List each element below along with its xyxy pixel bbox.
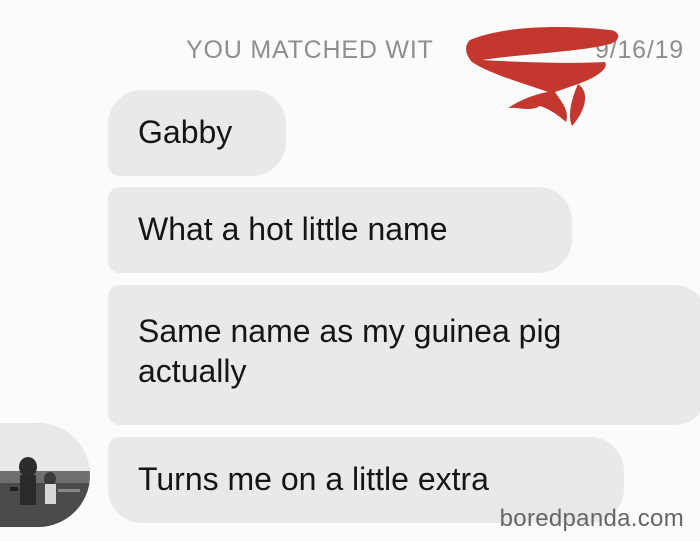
match-header: YOU MATCHED WIT: [186, 36, 434, 64]
avatar-photo-icon: [0, 423, 90, 527]
message-text-line-1: Same name as my guinea pig: [138, 313, 562, 349]
message-bubble-2: What a hot little name: [108, 187, 572, 273]
chat-screen: YOU MATCHED WIT 9/16/19 Gabby What a hot…: [0, 0, 700, 541]
message-text: What a hot little name: [138, 211, 448, 247]
avatar[interactable]: [0, 423, 90, 527]
message-text-line-2: actually: [138, 353, 247, 389]
message-text: Gabby: [138, 114, 233, 150]
message-bubble-3: Same name as my guinea pig actually: [108, 285, 700, 425]
message-bubble-1: Gabby: [108, 90, 286, 176]
message-text: Turns me on a little extra: [138, 461, 489, 497]
redaction-scribble-icon: [466, 27, 619, 126]
watermark: boredpanda.com: [499, 505, 684, 532]
